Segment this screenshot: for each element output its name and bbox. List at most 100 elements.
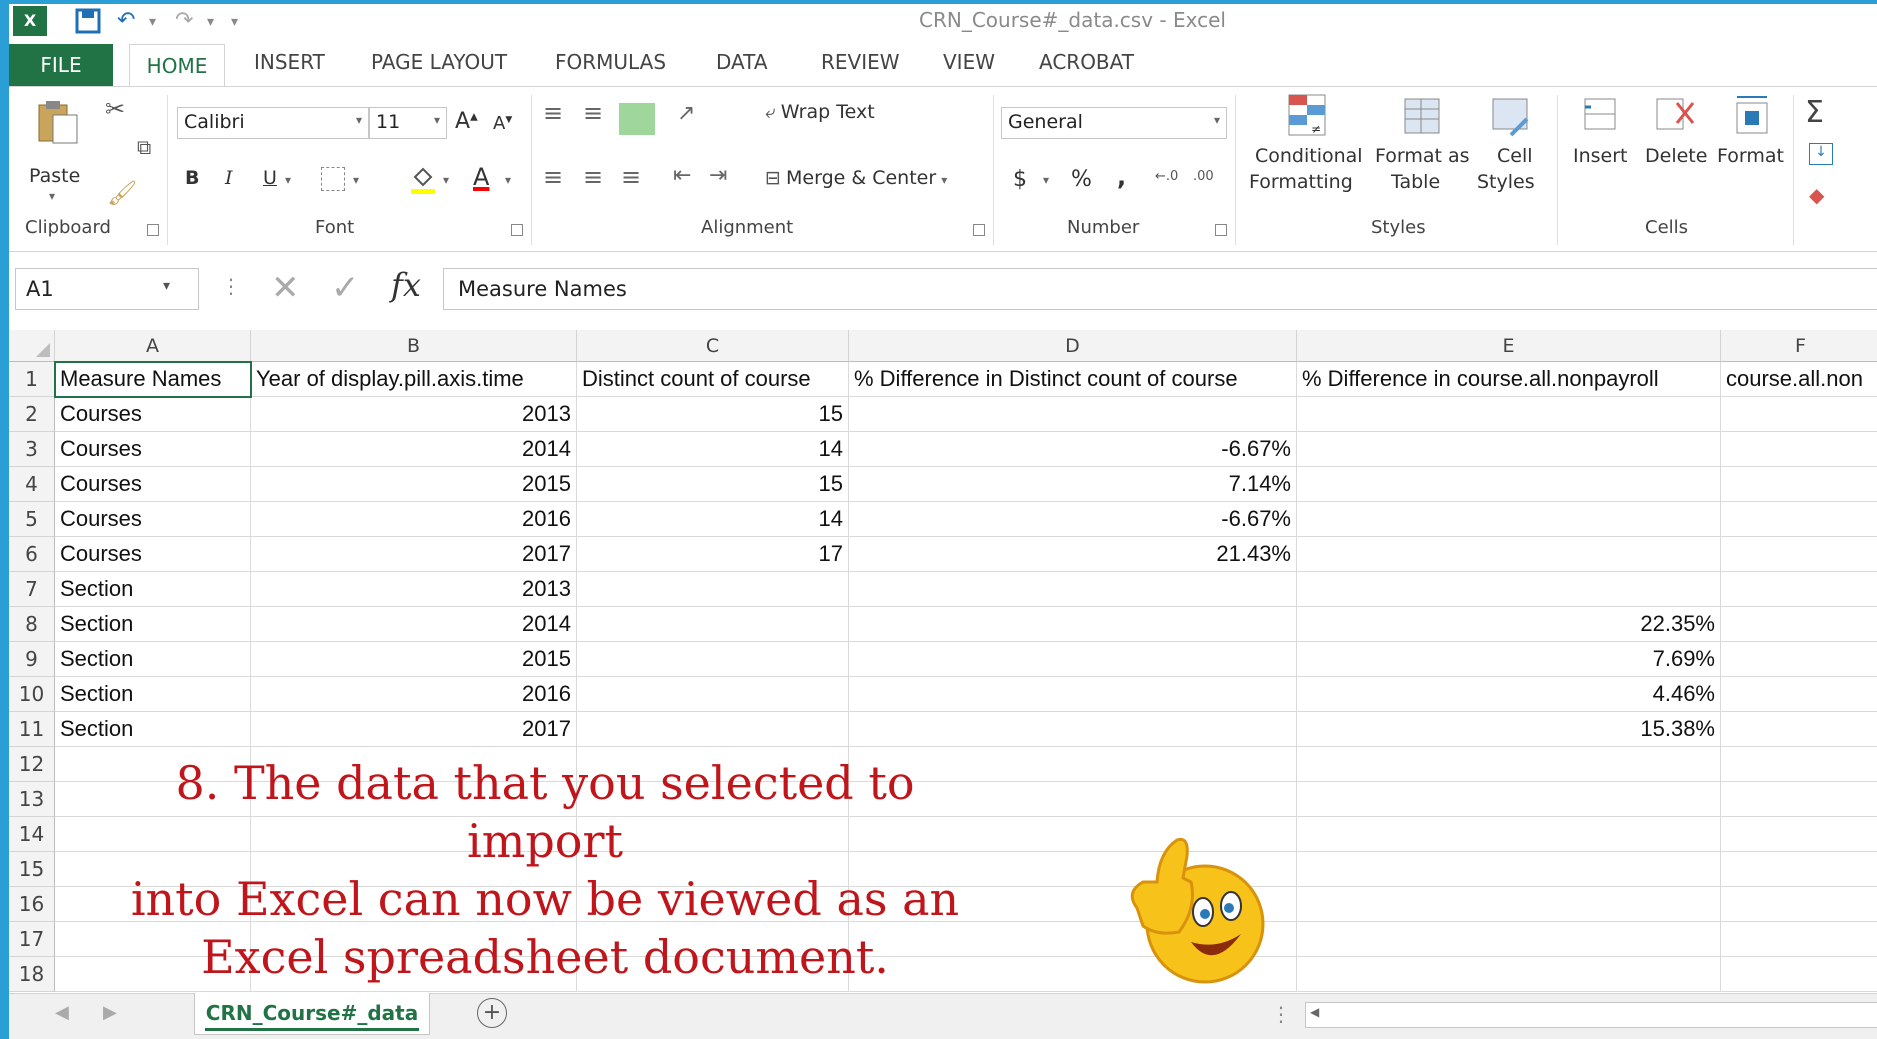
cell-a5[interactable]: Courses: [55, 502, 251, 537]
cell-e12[interactable]: [1297, 747, 1721, 782]
cell-f1[interactable]: course.all.non: [1721, 362, 1877, 397]
enter-icon[interactable]: ✓: [331, 268, 360, 308]
cell-b9[interactable]: 2015: [251, 642, 577, 677]
fill-color-icon[interactable]: [407, 163, 439, 199]
cell-c3[interactable]: 14: [577, 432, 849, 467]
cell-f9[interactable]: [1721, 642, 1877, 677]
cell-e6[interactable]: [1297, 537, 1721, 572]
underline-dropdown-icon[interactable]: ▾: [285, 173, 291, 187]
row-header[interactable]: 10: [9, 677, 55, 712]
align-left-icon[interactable]: ≡: [543, 163, 563, 191]
cell-f13[interactable]: [1721, 782, 1877, 817]
cell-e13[interactable]: [1297, 782, 1721, 817]
select-all-corner[interactable]: [9, 330, 55, 362]
tab-home[interactable]: HOME: [129, 44, 225, 88]
cell-a9[interactable]: Section: [55, 642, 251, 677]
cell-styles-button[interactable]: Cell Styles: [1473, 91, 1553, 209]
cell-f3[interactable]: [1721, 432, 1877, 467]
scroll-left-icon[interactable]: ◀: [1310, 1005, 1319, 1019]
cut-icon[interactable]: ✂: [105, 95, 125, 123]
save-icon[interactable]: [75, 8, 101, 40]
increase-indent-icon[interactable]: ⇥: [709, 163, 727, 188]
cell-e1[interactable]: % Difference in course.all.nonpayroll: [1297, 362, 1721, 397]
row-header[interactable]: 18: [9, 957, 55, 992]
cell-e9[interactable]: 7.69%: [1297, 642, 1721, 677]
cell-a8[interactable]: Section: [55, 607, 251, 642]
cell-c1[interactable]: Distinct count of course: [577, 362, 849, 397]
cell-a2[interactable]: Courses: [55, 397, 251, 432]
align-center-icon[interactable]: ≡: [583, 163, 603, 191]
column-header-c[interactable]: C: [577, 330, 849, 362]
new-sheet-button[interactable]: +: [477, 998, 507, 1028]
clear-icon[interactable]: ◆: [1809, 183, 1824, 207]
cell-e5[interactable]: [1297, 502, 1721, 537]
font-color-button[interactable]: A: [473, 163, 489, 191]
cell-d5[interactable]: -6.67%: [849, 502, 1297, 537]
horizontal-scrollbar[interactable]: ◀: [1305, 1002, 1877, 1028]
row-header[interactable]: 1: [9, 362, 55, 397]
cell-b7[interactable]: 2013: [251, 572, 577, 607]
cell-e14[interactable]: [1297, 817, 1721, 852]
tab-data[interactable]: DATA: [716, 50, 768, 74]
cell-d10[interactable]: [849, 677, 1297, 712]
cell-e16[interactable]: [1297, 887, 1721, 922]
row-header[interactable]: 4: [9, 467, 55, 502]
increase-font-icon[interactable]: A▲: [455, 109, 478, 134]
cell-b2[interactable]: 2013: [251, 397, 577, 432]
number-format-combo[interactable]: General ▾: [1001, 107, 1227, 139]
comma-button[interactable]: ,: [1117, 163, 1126, 191]
name-box[interactable]: A1 ▾: [15, 268, 199, 310]
cell-f11[interactable]: [1721, 712, 1877, 747]
align-right-icon[interactable]: ≡: [621, 163, 641, 191]
cell-c11[interactable]: [577, 712, 849, 747]
row-header[interactable]: 5: [9, 502, 55, 537]
cell-e10[interactable]: 4.46%: [1297, 677, 1721, 712]
cell-e8[interactable]: 22.35%: [1297, 607, 1721, 642]
row-header[interactable]: 13: [9, 782, 55, 817]
row-header[interactable]: 12: [9, 747, 55, 782]
font-launcher-icon[interactable]: [511, 224, 523, 236]
formula-input[interactable]: Measure Names: [443, 268, 1877, 310]
paste-dropdown-icon[interactable]: ▾: [49, 189, 55, 203]
column-header-e[interactable]: E: [1297, 330, 1721, 362]
cell-f16[interactable]: [1721, 887, 1877, 922]
italic-button[interactable]: I: [225, 167, 233, 189]
cell-f17[interactable]: [1721, 922, 1877, 957]
splitter-handle[interactable]: ⋮: [1271, 1002, 1291, 1026]
wrap-text-button[interactable]: ⤶ Wrap Text: [765, 101, 875, 123]
cell-a10[interactable]: Section: [55, 677, 251, 712]
cell-e3[interactable]: [1297, 432, 1721, 467]
format-cells-button[interactable]: Format: [1717, 91, 1789, 209]
cell-e11[interactable]: 15.38%: [1297, 712, 1721, 747]
cell-c8[interactable]: [577, 607, 849, 642]
fill-icon[interactable]: ↓: [1809, 143, 1833, 165]
align-top-icon[interactable]: ≡: [543, 99, 563, 127]
cell-f2[interactable]: [1721, 397, 1877, 432]
decrease-indent-icon[interactable]: ⇤: [673, 163, 691, 188]
scroll-sheets-left-icon[interactable]: ◀: [55, 1002, 69, 1023]
copy-icon[interactable]: ⧉: [137, 135, 151, 159]
row-header[interactable]: 8: [9, 607, 55, 642]
insert-cells-button[interactable]: Insert: [1569, 91, 1633, 209]
cell-a6[interactable]: Courses: [55, 537, 251, 572]
cell-e18[interactable]: [1297, 957, 1721, 992]
row-header[interactable]: 3: [9, 432, 55, 467]
cell-a3[interactable]: Courses: [55, 432, 251, 467]
row-header[interactable]: 17: [9, 922, 55, 957]
cell-f6[interactable]: [1721, 537, 1877, 572]
tab-acrobat[interactable]: ACROBAT: [1039, 50, 1134, 74]
alignment-launcher-icon[interactable]: [973, 224, 985, 236]
cell-d9[interactable]: [849, 642, 1297, 677]
cell-f5[interactable]: [1721, 502, 1877, 537]
cell-d3[interactable]: -6.67%: [849, 432, 1297, 467]
cell-a7[interactable]: Section: [55, 572, 251, 607]
row-header[interactable]: 6: [9, 537, 55, 572]
borders-icon[interactable]: [321, 167, 345, 191]
cell-f4[interactable]: [1721, 467, 1877, 502]
align-middle-icon[interactable]: ≡: [583, 99, 603, 127]
cell-c2[interactable]: 15: [577, 397, 849, 432]
cell-a4[interactable]: Courses: [55, 467, 251, 502]
cell-e17[interactable]: [1297, 922, 1721, 957]
tab-page-layout[interactable]: PAGE LAYOUT: [371, 50, 507, 74]
autosum-icon[interactable]: Σ: [1805, 95, 1824, 130]
